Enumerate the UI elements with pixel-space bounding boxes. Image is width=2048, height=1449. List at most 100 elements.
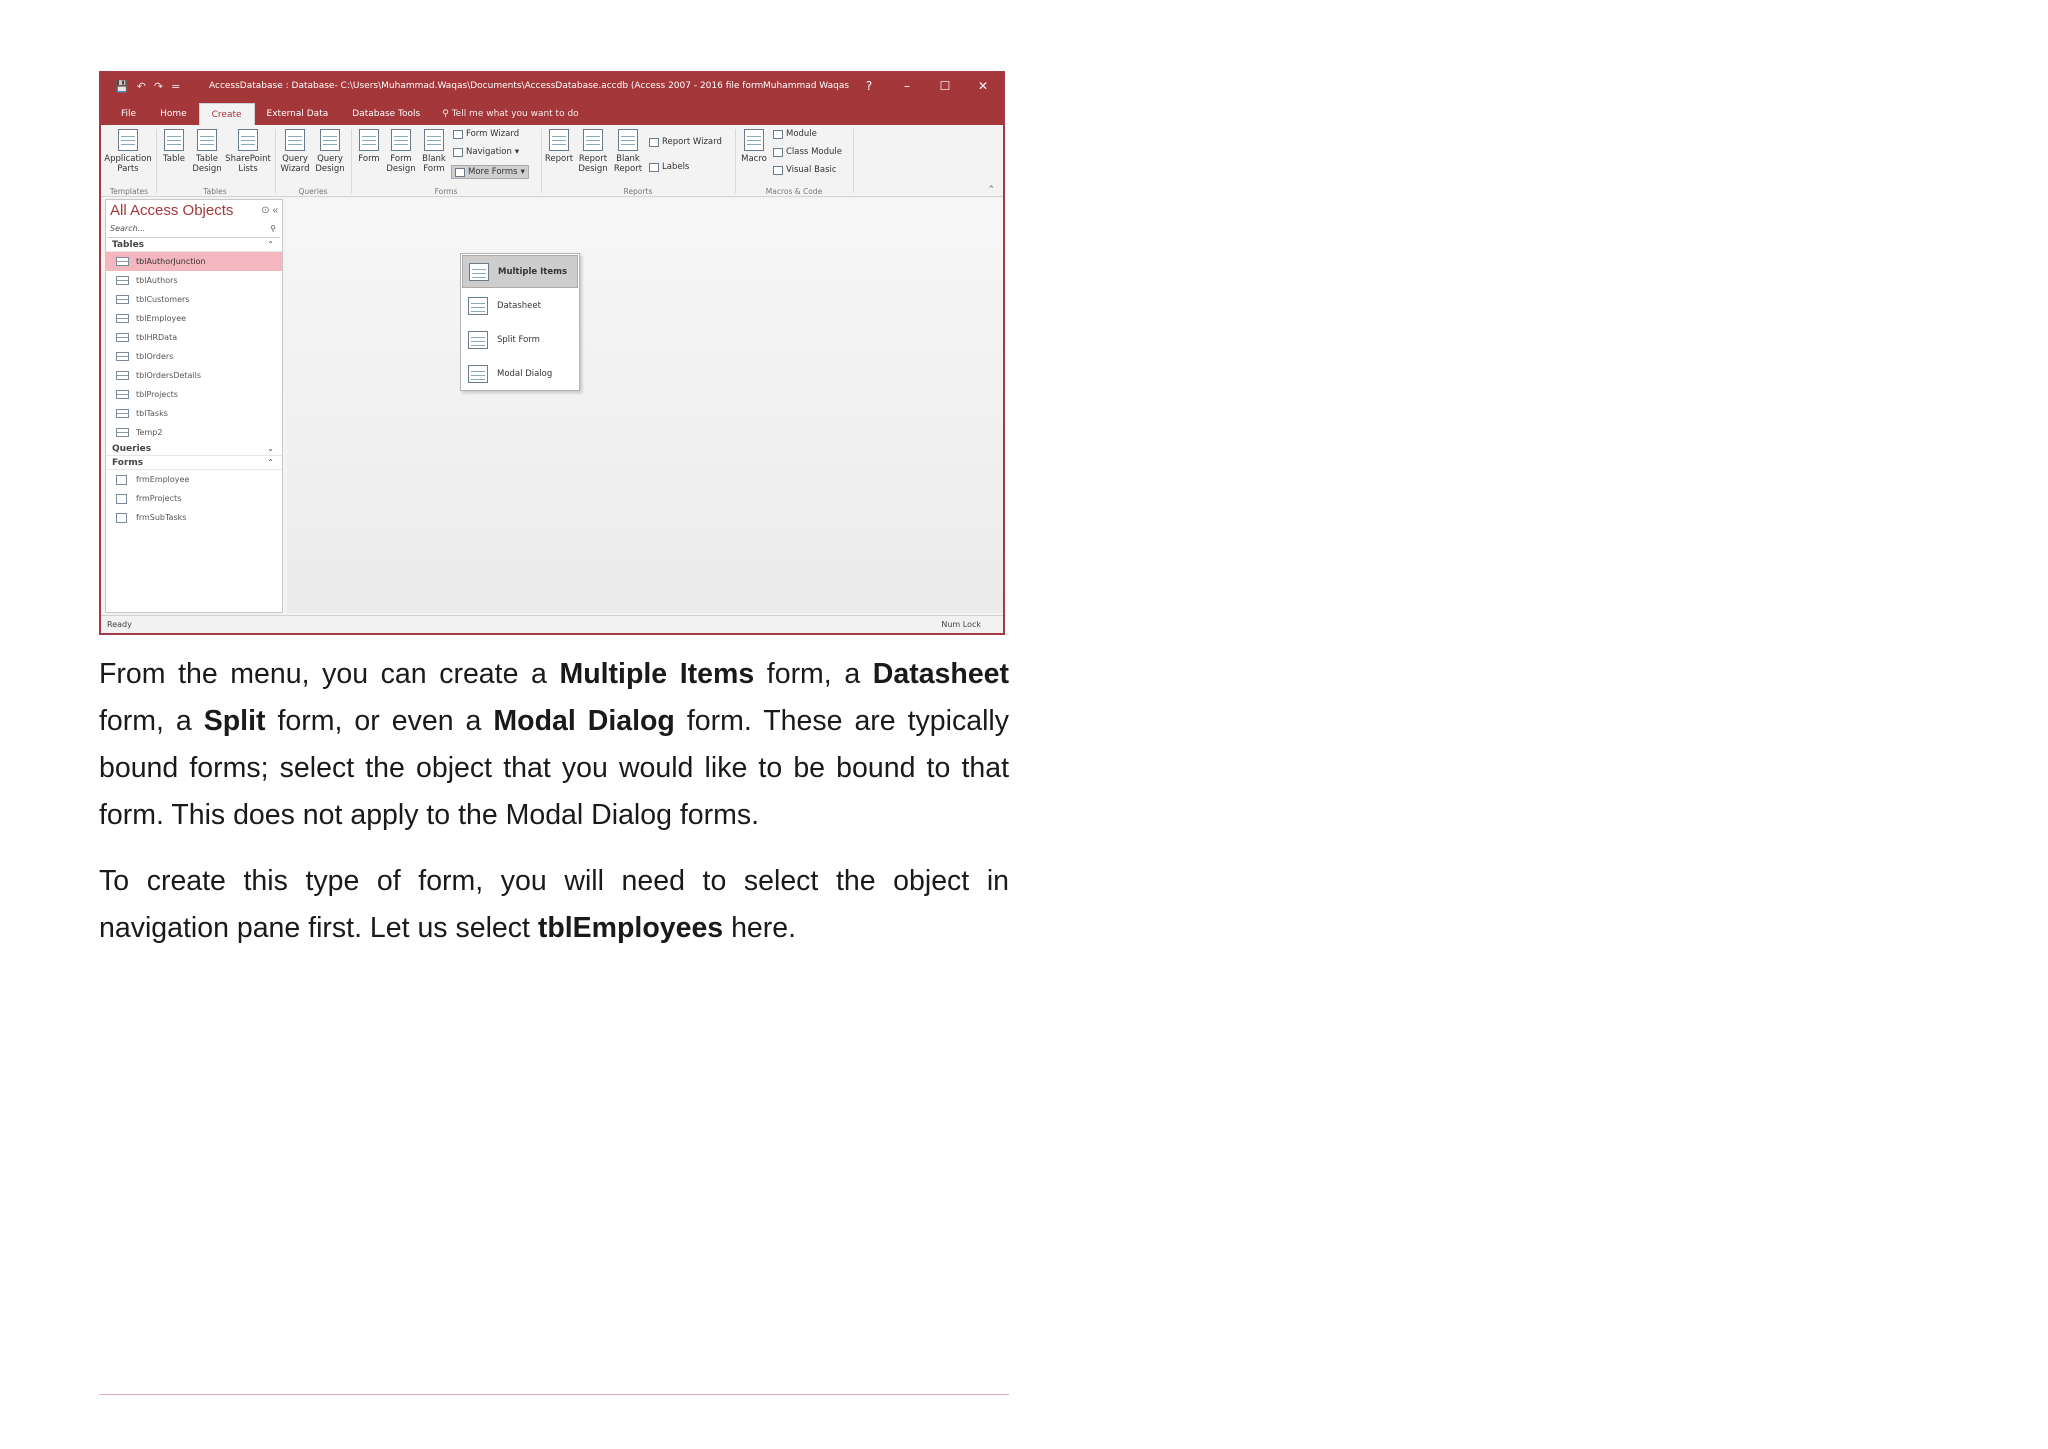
query-design-icon xyxy=(320,129,340,151)
category-tables[interactable]: Tables ⌃ xyxy=(106,238,282,252)
footer-rule xyxy=(99,1394,1009,1395)
tab-file[interactable]: File xyxy=(109,103,148,125)
save-icon[interactable]: 💾 xyxy=(115,80,129,93)
nav-search-placeholder: Search... xyxy=(110,224,146,233)
list-item[interactable]: tblHRData xyxy=(106,328,282,347)
tab-external-data[interactable]: External Data xyxy=(255,103,341,125)
application-parts-icon xyxy=(118,129,138,151)
navigation-pane: All Access Objects ⊙ « Search... ⚲ Table… xyxy=(105,199,283,613)
list-item[interactable]: tblOrdersDetails xyxy=(106,366,282,385)
form-label: Form xyxy=(358,154,380,164)
ribbon-tabs: File Home Create External Data Database … xyxy=(101,99,1003,125)
form-button[interactable]: Form xyxy=(355,129,383,164)
class-module-button[interactable]: Class Module xyxy=(773,147,842,157)
list-item[interactable]: frmEmployee xyxy=(106,470,282,489)
macro-button[interactable]: Macro xyxy=(739,129,769,164)
form-icon xyxy=(116,494,127,504)
tab-create[interactable]: Create xyxy=(198,103,255,125)
modal-dialog-icon xyxy=(468,364,488,383)
report-design-button[interactable]: Report Design xyxy=(576,129,610,174)
ribbon-separator xyxy=(541,129,542,193)
menu-item-label: Multiple Items xyxy=(498,266,568,277)
search-icon[interactable]: ⚲ xyxy=(270,224,276,233)
list-item[interactable]: tblTasks xyxy=(106,404,282,423)
form-design-label: Form Design xyxy=(386,154,416,174)
sharepoint-lists-icon xyxy=(238,129,258,151)
group-label: Forms xyxy=(434,187,458,196)
table-design-button[interactable]: Table Design xyxy=(191,129,223,174)
undo-icon[interactable]: ↶ xyxy=(137,80,146,93)
blank-form-button[interactable]: Blank Form xyxy=(419,129,449,174)
tab-database-tools[interactable]: Database Tools xyxy=(340,103,432,125)
list-item[interactable]: frmSubTasks xyxy=(106,508,282,527)
quick-access-toolbar: 💾 ↶ ↷ = xyxy=(101,80,209,93)
table-button[interactable]: Table xyxy=(159,129,189,164)
visual-basic-icon xyxy=(773,165,783,175)
table-name: tblTasks xyxy=(136,409,168,418)
list-item[interactable]: Temp2 xyxy=(106,423,282,442)
bold-multiple-items: Multiple Items xyxy=(559,658,755,690)
tab-home[interactable]: Home xyxy=(148,103,199,125)
menu-item-modal-dialog[interactable]: Modal Dialog xyxy=(462,357,578,390)
list-item[interactable]: tblProjects xyxy=(106,385,282,404)
window-title: AccessDatabase : Database- C:\Users\Muha… xyxy=(209,81,763,91)
menu-item-split-form[interactable]: Split Form xyxy=(462,323,578,356)
table-name: tblAuthors xyxy=(136,276,178,285)
tell-me-box[interactable]: ⚲ Tell me what you want to do xyxy=(432,103,578,125)
table-icon xyxy=(116,371,129,380)
user-name[interactable]: Muhammad Waqas xyxy=(763,81,863,91)
labels-button[interactable]: Labels xyxy=(649,162,689,172)
menu-item-datasheet[interactable]: Datasheet xyxy=(462,289,578,322)
more-forms-button[interactable]: More Forms ▾ xyxy=(451,165,529,179)
blank-report-button[interactable]: Blank Report xyxy=(611,129,645,174)
shutter-bar-icon[interactable]: « xyxy=(272,205,278,216)
query-wizard-icon xyxy=(285,129,305,151)
form-design-button[interactable]: Form Design xyxy=(385,129,417,174)
list-item[interactable]: tblAuthors xyxy=(106,271,282,290)
menu-item-multiple-items[interactable]: Multiple Items xyxy=(462,255,578,288)
nav-menu-icon[interactable]: ⊙ xyxy=(261,205,269,216)
report-design-icon xyxy=(583,129,603,151)
maximize-icon[interactable]: ☐ xyxy=(939,79,951,93)
table-icon xyxy=(116,295,129,304)
report-wizard-button[interactable]: Report Wizard xyxy=(649,137,722,147)
navigation-button[interactable]: Navigation ▾ xyxy=(453,147,519,157)
status-ready: Ready xyxy=(107,620,132,629)
list-item[interactable]: tblCustomers xyxy=(106,290,282,309)
redo-icon[interactable]: ↷ xyxy=(154,80,163,93)
table-design-label: Table Design xyxy=(192,154,222,174)
report-label: Report xyxy=(544,154,574,164)
category-forms[interactable]: Forms ⌃ xyxy=(106,456,282,470)
collapse-ribbon-icon[interactable]: ⌃ xyxy=(987,185,995,195)
minimize-icon[interactable]: – xyxy=(901,79,913,93)
blank-form-icon xyxy=(424,129,444,151)
access-screenshot: 💾 ↶ ↷ = AccessDatabase : Database- C:\Us… xyxy=(99,71,1005,635)
labels-icon xyxy=(649,162,659,172)
form-wizard-button[interactable]: Form Wizard xyxy=(453,129,519,139)
menu-item-label: Split Form xyxy=(497,334,540,345)
paragraph-1: From the menu, you can create a Multiple… xyxy=(99,651,1009,839)
more-forms-icon xyxy=(455,167,465,177)
query-design-button[interactable]: Query Design xyxy=(313,129,347,174)
help-icon[interactable]: ? xyxy=(863,79,875,93)
query-wizard-button[interactable]: Query Wizard xyxy=(279,129,311,174)
list-item[interactable]: tblOrders xyxy=(106,347,282,366)
nav-search-input[interactable]: Search... ⚲ xyxy=(108,224,280,238)
sharepoint-lists-button[interactable]: SharePoint Lists xyxy=(225,129,271,174)
chevron-down-icon: ⌄ xyxy=(267,444,274,453)
form-icon xyxy=(116,475,127,485)
customize-icon[interactable]: = xyxy=(171,80,180,93)
report-button[interactable]: Report xyxy=(544,129,574,164)
list-item[interactable]: tblEmployee xyxy=(106,309,282,328)
nav-pane-title[interactable]: All Access Objects ⊙ « xyxy=(106,200,282,222)
table-design-icon xyxy=(197,129,217,151)
module-button[interactable]: Module xyxy=(773,129,817,139)
application-parts-button[interactable]: Application Parts xyxy=(103,129,153,174)
visual-basic-button[interactable]: Visual Basic xyxy=(773,165,837,175)
chevron-down-icon: ▾ xyxy=(520,167,525,177)
list-item[interactable]: frmProjects xyxy=(106,489,282,508)
close-icon[interactable]: ✕ xyxy=(977,79,989,93)
category-queries[interactable]: Queries ⌄ xyxy=(106,442,282,456)
list-item[interactable]: tblAuthorJunction xyxy=(106,252,282,271)
category-tables-label: Tables xyxy=(112,240,145,250)
